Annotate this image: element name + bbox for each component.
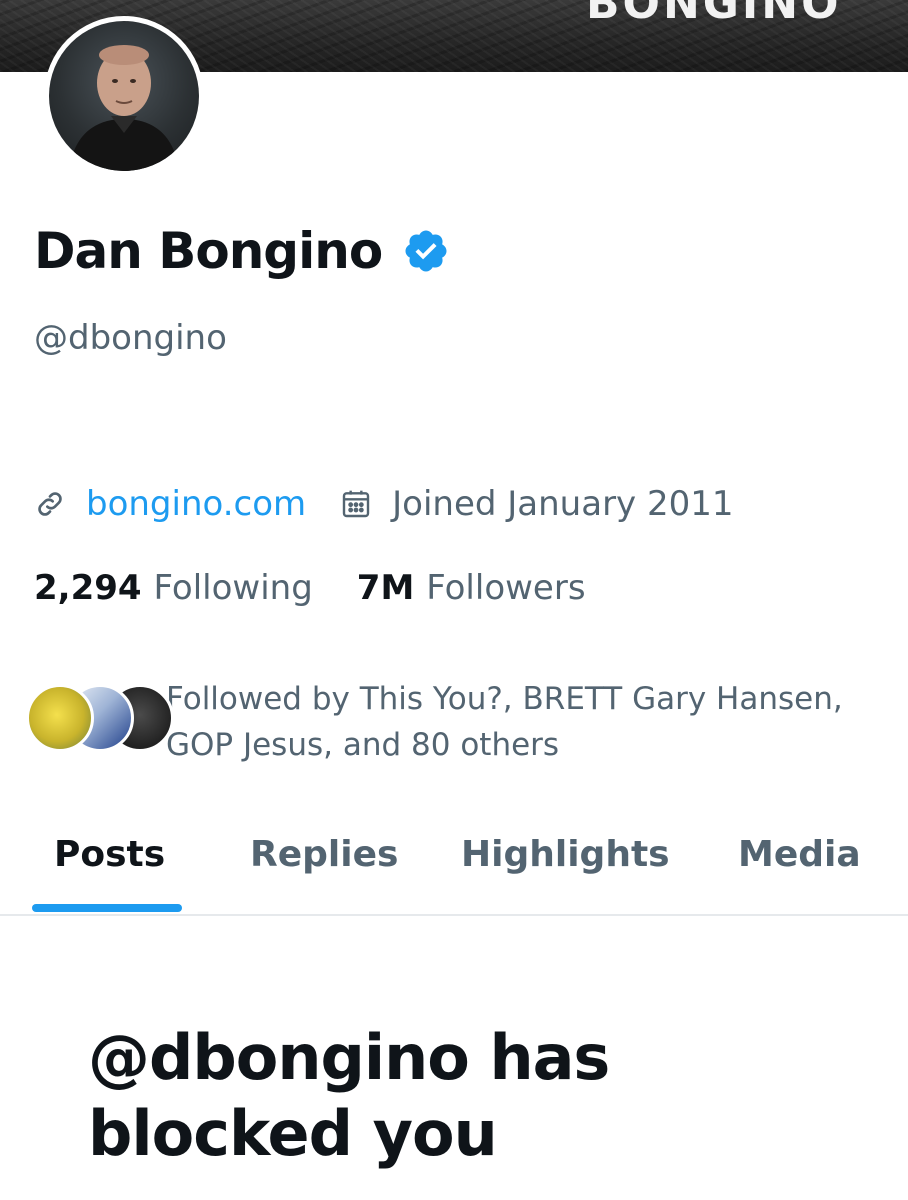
joined-date: Joined January 2011 [392,484,734,524]
follower-avatars [26,684,174,754]
tab-media[interactable]: Media [738,826,861,884]
followers-count: 7M [356,568,415,608]
followers-label: Followers [426,568,586,608]
profile-meta-row: bongino.com Joined January 2011 [34,484,734,524]
followed-by-text: Followed by This You?, BRETT Gary Hansen… [166,681,843,763]
profile-avatar[interactable] [44,16,204,176]
following-link[interactable]: 2,294 Following [34,568,313,608]
profile-tabs: Posts Replies Highlights Media [0,826,908,916]
followers-link[interactable]: 7M Followers [357,568,586,608]
verified-badge-icon[interactable] [402,227,450,275]
tab-posts[interactable]: Posts [54,826,165,884]
tab-highlights[interactable]: Highlights [461,826,670,884]
follower-avatar [26,684,94,752]
follow-stats: 2,294 Following 7M Followers [34,568,586,608]
name-row: Dan Bongino [34,222,450,280]
active-tab-indicator [32,904,182,912]
following-count: 2,294 [34,568,142,608]
following-label: Following [153,568,313,608]
blocked-message: @dbongino has blocked you [88,1021,610,1170]
display-name: Dan Bongino [34,222,383,280]
profile-handle: @dbongino [34,318,227,358]
avatar-portrait-icon [69,45,179,171]
tab-replies[interactable]: Replies [250,826,398,884]
website-link[interactable]: bongino.com [86,484,306,524]
avatar-photo [49,21,199,171]
calendar-icon [340,488,372,520]
link-icon [34,488,66,520]
followed-by-row[interactable]: Followed by This You?, BRETT Gary Hansen… [26,676,886,768]
banner-text: BONGINO [586,0,842,29]
